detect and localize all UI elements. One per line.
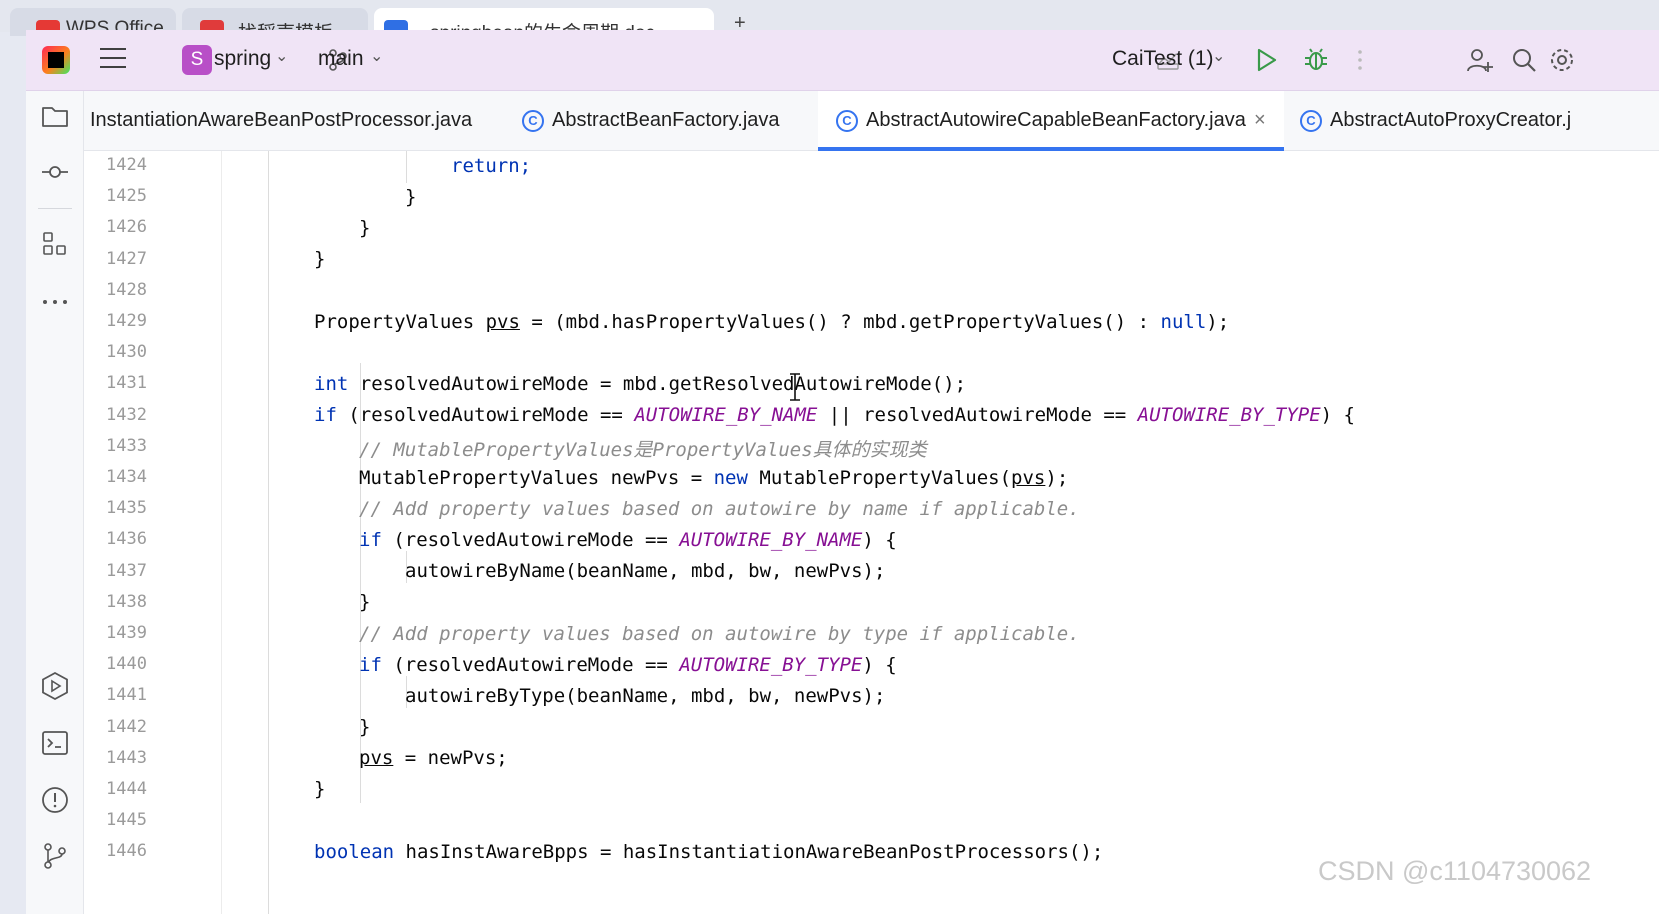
code-line: boolean hasInstAwareBpps = hasInstantiat… xyxy=(314,841,1104,863)
code-comment: // Add property values based on autowire… xyxy=(359,623,1080,645)
git-icon[interactable] xyxy=(40,841,70,871)
tab-abstract-autowire-capable[interactable]: C AbstractAutowireCapableBeanFactory.jav… xyxy=(818,91,1284,151)
code-comment: // MutablePropertyValues是PropertyValues具… xyxy=(359,439,927,461)
editor-tab-bar: InstantiationAwareBeanPostProcessor.java… xyxy=(84,91,1659,151)
structure-icon[interactable] xyxy=(40,229,70,259)
chevron-down-icon[interactable]: ⌄ xyxy=(370,46,383,66)
text-cursor-icon xyxy=(790,373,800,401)
close-icon[interactable]: × xyxy=(1254,109,1266,132)
commit-icon[interactable] xyxy=(40,157,70,187)
tab-abstract-bean-factory[interactable]: C AbstractBeanFactory.java xyxy=(514,91,814,151)
line-number: 1426 xyxy=(106,217,147,238)
indent-guide xyxy=(268,151,269,914)
more-icon[interactable] xyxy=(1346,46,1374,74)
class-icon: C xyxy=(522,110,544,132)
code-line: } xyxy=(359,217,371,239)
run-icon[interactable] xyxy=(1252,46,1280,74)
line-number: 1430 xyxy=(106,342,147,363)
code-line: MutablePropertyValues newPvs = new Mutab… xyxy=(359,467,1069,489)
line-number: 1425 xyxy=(106,186,147,207)
code-line: if (resolvedAutowireMode == AUTOWIRE_BY_… xyxy=(314,404,1355,426)
run-config-selector[interactable]: CaiTest (1) xyxy=(1112,47,1214,71)
code-line: } xyxy=(359,716,371,738)
tab-label: AbstractAutoProxyCreator.j xyxy=(1330,109,1572,131)
line-number: 1428 xyxy=(106,279,147,300)
code-line: autowireByName(beanName, mbd, bw, newPvs… xyxy=(405,560,886,582)
services-icon[interactable] xyxy=(40,671,70,701)
line-number: 1445 xyxy=(106,810,147,831)
line-number: 1432 xyxy=(106,404,147,425)
line-number: 1429 xyxy=(106,311,147,331)
tab-instantiation-aware[interactable]: InstantiationAwareBeanPostProcessor.java xyxy=(84,91,498,151)
code-comment: // Add property values based on autowire… xyxy=(359,498,1080,520)
code-line: } xyxy=(314,778,326,800)
terminal-icon[interactable] xyxy=(40,728,70,758)
tab-label: AbstractAutowireCapableBeanFactory.java xyxy=(866,109,1246,131)
line-number: 1444 xyxy=(106,779,147,799)
line-number: 1441 xyxy=(106,685,147,706)
code-line: } xyxy=(359,591,371,613)
code-line: pvs = newPvs; xyxy=(359,747,508,769)
line-number: 1439 xyxy=(106,623,147,643)
line-number: 1446 xyxy=(106,841,147,862)
code-line: } xyxy=(405,186,417,208)
line-number: 1433 xyxy=(106,435,147,456)
code-line: PropertyValues pvs = (mbd.hasPropertyVal… xyxy=(314,311,1230,333)
project-name-label: spring xyxy=(214,47,272,70)
line-number: 1443 xyxy=(106,747,147,768)
class-icon: C xyxy=(1300,110,1322,132)
tool-window-strip xyxy=(26,91,84,914)
line-number: 1436 xyxy=(106,529,147,550)
line-number: 1424 xyxy=(106,155,147,175)
folder-icon[interactable] xyxy=(40,101,70,131)
more-tools-icon[interactable] xyxy=(40,287,70,317)
title-bar: S spring ⌄ main ⌄ CaiTest (1) ⌄ xyxy=(26,30,1659,91)
code-line: autowireByType(beanName, mbd, bw, newPvs… xyxy=(405,685,886,707)
settings-icon[interactable] xyxy=(1548,46,1576,74)
intellij-logo-icon xyxy=(42,46,70,74)
line-number: 1434 xyxy=(106,467,147,487)
code-line: } xyxy=(314,248,326,270)
debug-icon[interactable] xyxy=(1302,46,1330,74)
code-line: int resolvedAutowireMode = mbd.getResolv… xyxy=(314,373,967,395)
chevron-down-icon[interactable]: ⌄ xyxy=(1212,46,1225,66)
code-line: if (resolvedAutowireMode == AUTOWIRE_BY_… xyxy=(359,529,897,551)
add-user-icon[interactable] xyxy=(1466,46,1494,74)
indent-guide xyxy=(406,151,407,183)
wps-tab-strip: WPS Office 找稻壳模板 springbean的生命周期.doc + xyxy=(0,0,1659,36)
chevron-down-icon[interactable]: ⌄ xyxy=(275,46,288,66)
project-name[interactable]: spring xyxy=(188,47,271,71)
line-number: 1435 xyxy=(106,498,147,519)
code-line: return; xyxy=(451,155,532,177)
branch-label: main xyxy=(318,47,364,70)
watermark: CSDN @c1104730062 xyxy=(1318,856,1592,886)
search-icon[interactable] xyxy=(1510,46,1538,74)
code-line: if (resolvedAutowireMode == AUTOWIRE_BY_… xyxy=(359,654,897,676)
tab-label: AbstractBeanFactory.java xyxy=(552,109,780,131)
line-number: 1431 xyxy=(106,373,147,394)
line-number: 1442 xyxy=(106,716,147,737)
problems-icon[interactable] xyxy=(40,785,70,815)
toolstrip-divider xyxy=(38,208,72,209)
hamburger-menu-icon[interactable] xyxy=(100,48,126,70)
tab-label: InstantiationAwareBeanPostProcessor.java xyxy=(90,109,473,131)
line-number: 1440 xyxy=(106,654,147,675)
line-number: 1427 xyxy=(106,248,147,269)
run-config-label: CaiTest (1) xyxy=(1112,47,1214,70)
line-number: 1437 xyxy=(106,560,147,581)
tab-abstract-auto-proxy-creator[interactable]: C AbstractAutoProxyCreator.j xyxy=(1290,91,1659,151)
branch-name[interactable]: main xyxy=(318,47,364,71)
code-editor[interactable]: ! 1 return; } } } PropertyValues pvs = (… xyxy=(222,151,1659,914)
ide-window: S spring ⌄ main ⌄ CaiTest (1) ⌄ Instanti… xyxy=(26,30,1659,914)
class-icon: C xyxy=(836,110,858,132)
line-number: 1438 xyxy=(106,591,147,612)
